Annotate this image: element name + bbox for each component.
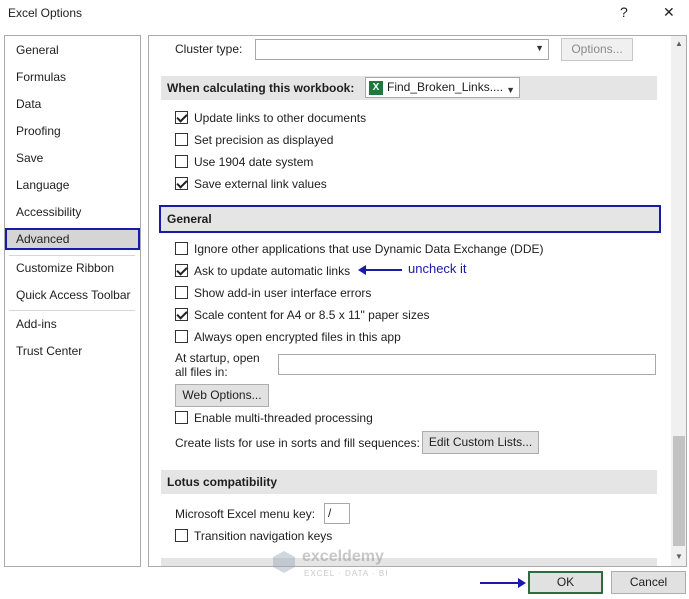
option-label: Set precision as displayed bbox=[194, 133, 334, 147]
excel-icon: X bbox=[369, 80, 383, 95]
option-label: Transition navigation keys bbox=[194, 529, 333, 543]
option-multithread[interactable]: Enable multi-threaded processing bbox=[149, 408, 649, 428]
option-label: Save external link values bbox=[194, 177, 327, 191]
exceldemy-logo-icon bbox=[273, 551, 295, 573]
options-button[interactable]: Options... bbox=[561, 38, 633, 61]
ok-button[interactable]: OK bbox=[528, 571, 603, 594]
workbook-dropdown[interactable]: X Find_Broken_Links.... ▼ bbox=[365, 77, 520, 98]
nav-item-save[interactable]: Save bbox=[5, 147, 140, 169]
scroll-up-icon[interactable]: ▲ bbox=[674, 39, 684, 48]
watermark-tagline: EXCEL · DATA · BI bbox=[304, 569, 389, 578]
advanced-settings-pane: Cluster type: ▼ Options... When calculat… bbox=[148, 35, 687, 567]
nav-item-customize-ribbon[interactable]: Customize Ribbon bbox=[5, 257, 140, 279]
checkbox[interactable] bbox=[175, 155, 188, 168]
startup-path-input[interactable] bbox=[278, 354, 656, 375]
chevron-down-icon: ▼ bbox=[506, 85, 515, 95]
nav-item-accessibility[interactable]: Accessibility bbox=[5, 201, 140, 223]
ok-arrow-icon bbox=[480, 578, 526, 588]
nav-item-formulas[interactable]: Formulas bbox=[5, 66, 140, 88]
nav-item-advanced[interactable]: Advanced bbox=[5, 228, 140, 250]
nav-item-data[interactable]: Data bbox=[5, 93, 140, 115]
options-nav: General Formulas Data Proofing Save Lang… bbox=[4, 35, 141, 567]
vertical-scrollbar[interactable]: ▲ ▼ bbox=[671, 36, 686, 566]
workbook-value: Find_Broken_Links.... bbox=[387, 80, 504, 94]
option-label: Update links to other documents bbox=[194, 111, 367, 125]
nav-item-general[interactable]: General bbox=[5, 39, 140, 61]
scroll-down-icon[interactable]: ▼ bbox=[674, 552, 684, 561]
checkbox[interactable] bbox=[175, 111, 188, 124]
option-addin-errors[interactable]: Show add-in user interface errors bbox=[149, 283, 649, 303]
nav-divider bbox=[9, 255, 135, 256]
window-title: Excel Options bbox=[8, 6, 83, 20]
menu-key-input[interactable]: / bbox=[324, 503, 350, 524]
nav-item-add-ins[interactable]: Add-ins bbox=[5, 313, 140, 335]
close-button[interactable]: ✕ bbox=[663, 4, 675, 21]
checkbox[interactable] bbox=[175, 308, 188, 321]
option-label: Show add-in user interface errors bbox=[194, 286, 372, 300]
next-section-header bbox=[161, 558, 657, 566]
scroll-thumb[interactable] bbox=[673, 436, 685, 546]
menu-key-label: Microsoft Excel menu key: bbox=[175, 507, 316, 521]
general-section-header: General bbox=[159, 205, 661, 233]
checkbox[interactable] bbox=[175, 133, 188, 146]
edit-custom-lists-button[interactable]: Edit Custom Lists... bbox=[422, 431, 539, 454]
cluster-type-dropdown[interactable]: ▼ bbox=[255, 39, 549, 60]
option-label: Ask to update automatic links bbox=[194, 264, 351, 278]
lotus-section-header: Lotus compatibility bbox=[161, 470, 657, 494]
option-set-precision[interactable]: Set precision as displayed bbox=[149, 130, 649, 150]
nav-item-proofing[interactable]: Proofing bbox=[5, 120, 140, 142]
option-open-encrypted[interactable]: Always open encrypted files in this app bbox=[149, 327, 649, 347]
option-ask-update-links[interactable]: Ask to update automatic links bbox=[149, 261, 449, 281]
help-button[interactable]: ? bbox=[620, 4, 628, 20]
checkbox[interactable] bbox=[175, 242, 188, 255]
option-1904-date[interactable]: Use 1904 date system bbox=[149, 152, 649, 172]
startup-label: At startup, open all files in: bbox=[175, 351, 260, 379]
startup-label-line2: all files in: bbox=[175, 365, 228, 379]
option-ignore-dde[interactable]: Ignore other applications that use Dynam… bbox=[149, 239, 649, 259]
calc-section-label: When calculating this workbook: bbox=[167, 81, 355, 95]
checkbox[interactable] bbox=[175, 411, 188, 424]
checkbox[interactable] bbox=[175, 264, 188, 277]
option-scale-content[interactable]: Scale content for A4 or 8.5 x 11" paper … bbox=[149, 305, 649, 325]
cancel-button[interactable]: Cancel bbox=[611, 571, 686, 594]
checkbox[interactable] bbox=[175, 330, 188, 343]
option-save-external-links[interactable]: Save external link values bbox=[149, 174, 649, 194]
option-label: Always open encrypted files in this app bbox=[194, 330, 401, 344]
checkbox[interactable] bbox=[175, 529, 188, 542]
nav-item-trust-center[interactable]: Trust Center bbox=[5, 340, 140, 362]
option-label: Use 1904 date system bbox=[194, 155, 314, 169]
option-transition-keys[interactable]: Transition navigation keys bbox=[149, 526, 649, 546]
option-label: Enable multi-threaded processing bbox=[194, 411, 373, 425]
nav-divider bbox=[9, 310, 135, 311]
annotation-text: uncheck it bbox=[408, 261, 467, 276]
title-bar: Excel Options ? ✕ bbox=[0, 0, 689, 28]
annotation-arrow-icon bbox=[358, 265, 402, 275]
cluster-type-label: Cluster type: bbox=[175, 42, 243, 56]
nav-item-quick-access-toolbar[interactable]: Quick Access Toolbar bbox=[5, 284, 140, 306]
watermark-name: exceldemy bbox=[302, 548, 384, 565]
option-label: Scale content for A4 or 8.5 x 11" paper … bbox=[194, 308, 430, 322]
option-update-links[interactable]: Update links to other documents bbox=[149, 108, 649, 128]
chevron-down-icon: ▼ bbox=[535, 43, 544, 53]
startup-label-line1: At startup, open bbox=[175, 351, 260, 365]
checkbox[interactable] bbox=[175, 286, 188, 299]
web-options-button[interactable]: Web Options... bbox=[175, 384, 269, 407]
custom-lists-label: Create lists for use in sorts and fill s… bbox=[175, 436, 420, 450]
nav-item-language[interactable]: Language bbox=[5, 174, 140, 196]
option-label: Ignore other applications that use Dynam… bbox=[194, 242, 544, 256]
checkbox[interactable] bbox=[175, 177, 188, 190]
